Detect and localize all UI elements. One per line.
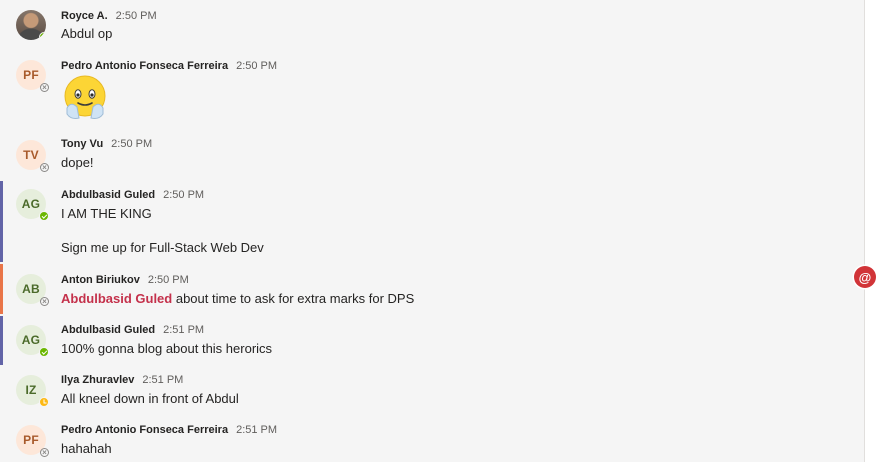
author-name[interactable]: Abdulbasid Guled xyxy=(61,324,155,336)
avatar-initials: AG xyxy=(21,333,41,347)
presence-offline-icon xyxy=(40,163,49,172)
avatar-initials: IZ xyxy=(25,383,37,397)
presence-offline-icon xyxy=(40,83,49,92)
message-text: dope! xyxy=(61,155,94,170)
timestamp: 2:50 PM xyxy=(115,10,157,22)
message-item[interactable]: IZ Ilya Zhuravlev 2:51 PM All kneel down … xyxy=(0,366,860,416)
avatar[interactable]: TV xyxy=(16,140,49,172)
message-text: 100% gonna blog about this herorics xyxy=(61,341,273,356)
message-header: Anton Biriukov 2:50 PM xyxy=(61,274,189,286)
message-header: Abdulbasid Guled 2:50 PM xyxy=(61,189,204,201)
timestamp: 2:51 PM xyxy=(142,374,184,386)
message-text-2: Sign me up for Full-Stack Web Dev xyxy=(61,240,264,255)
author-name[interactable]: Royce A. xyxy=(61,10,108,22)
author-name[interactable]: Tony Vu xyxy=(61,138,103,150)
avatar-initials: TV xyxy=(23,148,39,162)
timestamp: 2:50 PM xyxy=(147,274,189,286)
at-icon: @ xyxy=(858,269,872,285)
avatar-initials: PF xyxy=(23,68,39,82)
avatar-initials: PF xyxy=(23,433,39,447)
avatar[interactable]: PF xyxy=(16,60,49,92)
message-text: Abdulbasid Guled about time to ask for e… xyxy=(61,291,414,306)
praying-emoji-icon xyxy=(64,75,106,119)
message-header: Pedro Antonio Fonseca Ferreira 2:50 PM xyxy=(61,60,277,72)
timestamp: 2:50 PM xyxy=(111,138,153,150)
message-header: Pedro Antonio Fonseca Ferreira 2:51 PM xyxy=(61,424,277,436)
message-text: All kneel down in front of Abdul xyxy=(61,391,239,406)
message-text: I AM THE KING xyxy=(61,206,152,221)
timestamp: 2:50 PM xyxy=(163,189,205,201)
avatar[interactable]: AG xyxy=(16,189,49,221)
author-name[interactable]: Pedro Antonio Fonseca Ferreira xyxy=(61,424,228,436)
presence-offline-icon xyxy=(40,297,49,306)
presence-available-icon xyxy=(39,32,46,40)
message-item[interactable]: TV Tony Vu 2:50 PM dope! xyxy=(0,132,860,180)
avatar[interactable]: IZ xyxy=(16,375,49,407)
timestamp: 2:50 PM xyxy=(236,60,278,72)
author-name[interactable]: Anton Biriukov xyxy=(61,274,140,286)
presence-available-icon xyxy=(39,211,49,221)
presence-away-icon xyxy=(39,397,49,407)
message-text: hahahah xyxy=(61,441,112,456)
scrollbar-track[interactable] xyxy=(864,0,880,462)
message-header: Abdulbasid Guled 2:51 PM xyxy=(61,324,204,336)
message-text: Abdul op xyxy=(61,26,113,41)
timestamp: 2:51 PM xyxy=(236,424,278,436)
avatar[interactable] xyxy=(16,10,46,40)
presence-offline-icon xyxy=(40,448,49,457)
presence-available-icon xyxy=(39,347,49,357)
avatar[interactable]: AB xyxy=(16,274,49,306)
at-mention-button[interactable]: @ xyxy=(854,266,876,288)
message-item[interactable]: AG Abdulbasid Guled 2:51 PM 100% gonna bl… xyxy=(0,316,860,365)
author-name[interactable]: Abdulbasid Guled xyxy=(61,189,155,201)
message-item[interactable]: AG Abdulbasid Guled 2:50 PM I AM THE KING… xyxy=(0,181,860,262)
author-name[interactable]: Ilya Zhuravlev xyxy=(61,374,134,386)
message-header: Tony Vu 2:50 PM xyxy=(61,138,152,150)
message-item[interactable]: Royce A. 2:50 PM Abdul op xyxy=(0,0,860,52)
timestamp: 2:51 PM xyxy=(163,324,205,336)
author-name[interactable]: Pedro Antonio Fonseca Ferreira xyxy=(61,60,228,72)
message-item[interactable]: PF Pedro Antonio Fonseca Ferreira 2:51 PM… xyxy=(0,416,860,462)
message-text-rest: about time to ask for extra marks for DP… xyxy=(172,291,415,306)
mention-link[interactable]: Abdulbasid Guled xyxy=(61,291,172,306)
message-header: Ilya Zhuravlev 2:51 PM xyxy=(61,374,183,386)
chat-thread: Royce A. 2:50 PM Abdul op PF Pedro Antoni… xyxy=(0,0,880,462)
avatar-initials: AB xyxy=(22,282,40,296)
avatar-initials: AG xyxy=(21,197,41,211)
message-item[interactable]: AB Anton Biriukov 2:50 PM Abdulbasid Gule… xyxy=(0,264,860,314)
message-header: Royce A. 2:50 PM xyxy=(61,10,157,22)
avatar[interactable]: AG xyxy=(16,325,49,357)
message-item[interactable]: PF Pedro Antonio Fonseca Ferreira 2:50 PM xyxy=(0,52,860,132)
avatar[interactable]: PF xyxy=(16,425,49,457)
